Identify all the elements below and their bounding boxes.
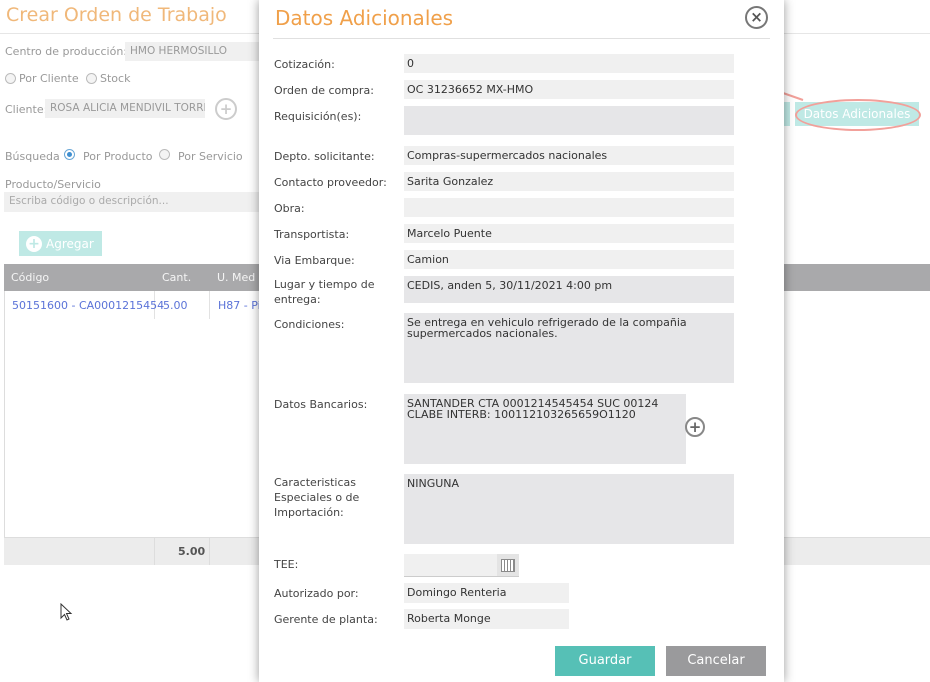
depto-label: Depto. solicitante: (274, 150, 375, 163)
radio-stock-label: Stock (100, 72, 131, 85)
obra-label: Obra: (274, 202, 305, 215)
centro-label: Centro de producción: (5, 45, 127, 58)
obra-field[interactable] (404, 198, 734, 217)
column-divider (154, 538, 155, 565)
radio-por-servicio-label: Por Servicio (178, 150, 243, 163)
agregar-button[interactable]: + Agregar (19, 231, 102, 256)
autorizado-label: Autorizado por: (274, 587, 359, 600)
th-cant: Cant. (162, 271, 192, 284)
cliente-input[interactable]: ROSA ALICIA MENDIVIL TORRE (45, 99, 205, 118)
cell-umed: H87 - Pi (218, 299, 261, 312)
busqueda-label: Búsqueda (5, 150, 60, 163)
depto-field[interactable]: Compras-supermercados nacionales (404, 146, 734, 165)
column-divider (209, 538, 210, 565)
modal-title: Datos Adicionales (275, 6, 454, 30)
requisiciones-label: Requisición(es): (274, 110, 362, 123)
producto-search-input[interactable]: Escriba código o descripción... (4, 192, 259, 212)
radio-por-producto[interactable] (64, 149, 75, 160)
bancarios-label: Datos Bancarios: (274, 398, 368, 411)
tee-field[interactable] (404, 554, 497, 576)
radio-por-cliente[interactable] (5, 73, 16, 84)
calendar-button[interactable] (497, 554, 519, 576)
radio-por-cliente-label: Por Cliente (19, 72, 79, 85)
column-divider (209, 291, 210, 319)
plus-icon: + (26, 235, 42, 252)
datos-adicionales-modal: Datos Adicionales × Cotización: 0 Orden … (259, 0, 784, 682)
orden-compra-label: Orden de compra: (274, 84, 374, 97)
radio-por-producto-label: Por Producto (83, 150, 153, 163)
contacto-field[interactable]: Sarita Gonzalez (404, 172, 734, 191)
orden-compra-field[interactable]: OC 31236652 MX-HMO (404, 80, 734, 99)
divider (273, 38, 770, 39)
via-embarque-field[interactable]: Camion (404, 250, 734, 269)
bancarios-field[interactable]: SANTANDER CTA 0001214545454 SUC 00124 CL… (404, 394, 686, 464)
tee-label: TEE: (274, 558, 299, 571)
requisiciones-field[interactable] (404, 106, 734, 135)
lugar-label: Lugar y tiempo de entrega: (274, 278, 375, 306)
page-title: Crear Orden de Trabajo (6, 4, 227, 26)
autorizado-field[interactable]: Domingo Renteria (404, 583, 569, 603)
cliente-label: Cliente: (5, 103, 48, 116)
cell-cant: 5.00 (163, 299, 188, 312)
via-embarque-label: Via Embarque: (274, 254, 355, 267)
centro-select[interactable]: HMO HERMOSILLO (125, 42, 259, 61)
transportista-field[interactable]: Marcelo Puente (404, 224, 734, 243)
gerente-label: Gerente de planta: (274, 613, 378, 626)
transportista-label: Transportista: (274, 228, 350, 241)
th-umed: U. Med (217, 271, 256, 284)
mouse-cursor-icon (60, 603, 73, 621)
condiciones-label: Condiciones: (274, 318, 345, 331)
add-bancarios-icon[interactable]: + (685, 417, 705, 437)
calendar-icon (501, 558, 515, 572)
cell-codigo[interactable]: 50151600 - CA0001215454 (12, 299, 164, 312)
producto-label: Producto/Servicio (5, 178, 101, 191)
close-icon[interactable]: × (745, 6, 768, 29)
total-cant: 5.00 (178, 545, 206, 558)
lugar-field[interactable]: CEDIS, anden 5, 30/11/2021 4:00 pm (404, 276, 734, 303)
agregar-label: Agregar (46, 236, 94, 251)
annotation-ellipse (795, 99, 921, 131)
contacto-label: Contacto proveedor: (274, 176, 387, 189)
gerente-field[interactable]: Roberta Monge (404, 609, 569, 629)
radio-por-servicio[interactable] (159, 149, 170, 160)
th-codigo: Código (11, 271, 50, 284)
condiciones-field[interactable]: Se entrega en vehiculo refrigerado de la… (404, 313, 734, 383)
save-button[interactable]: Guardar (555, 646, 655, 676)
tee-date-picker (404, 554, 519, 577)
add-cliente-icon[interactable]: + (215, 98, 237, 120)
caracteristicas-label: Caracteristicas Especiales o de Importac… (274, 476, 360, 519)
radio-stock[interactable] (86, 73, 97, 84)
cancel-button[interactable]: Cancelar (666, 646, 766, 676)
cotizacion-field[interactable]: 0 (404, 54, 734, 73)
cotizacion-label: Cotización: (274, 58, 335, 71)
caracteristicas-field[interactable]: NINGUNA (404, 474, 734, 544)
table-border (4, 291, 5, 537)
